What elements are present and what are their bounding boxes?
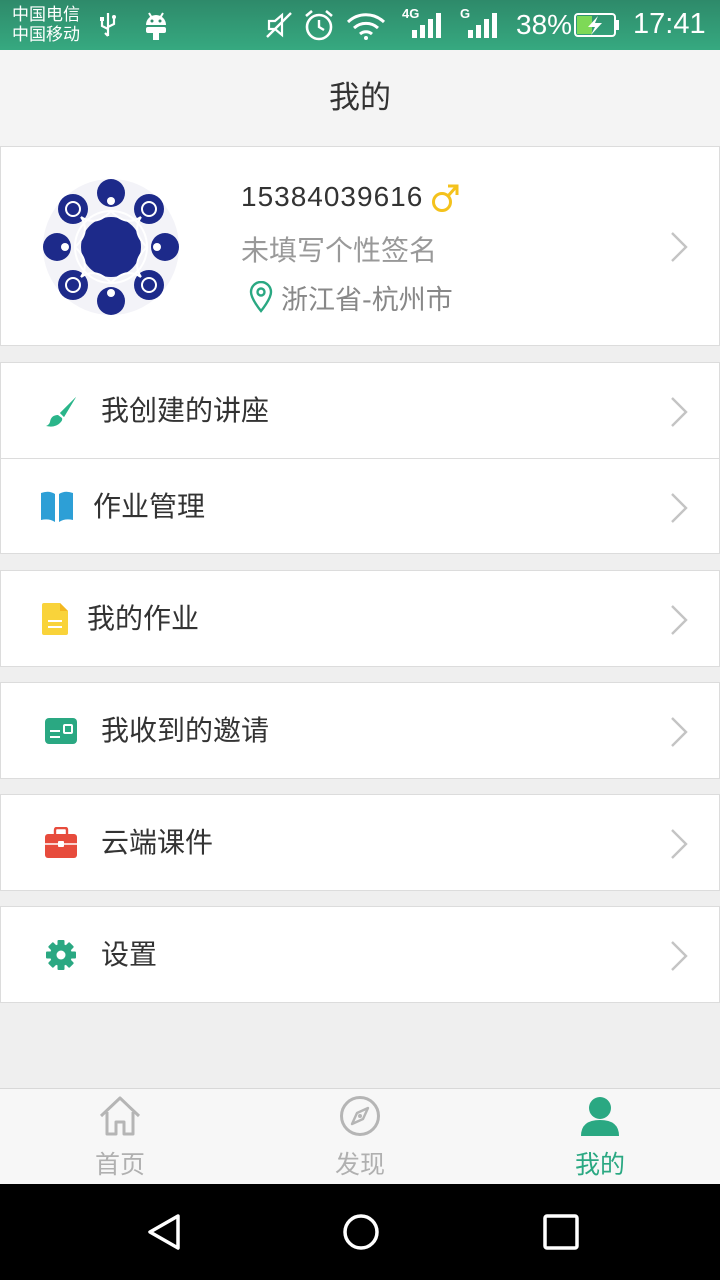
menu-group-5: 设置 xyxy=(0,906,720,1003)
chevron-right-icon xyxy=(671,941,688,971)
tab-discover[interactable]: 发现 xyxy=(240,1089,480,1185)
book-icon xyxy=(41,491,73,522)
chevron-right-icon xyxy=(671,829,688,859)
back-icon[interactable] xyxy=(144,1212,184,1252)
menu-item-settings[interactable]: 设置 xyxy=(1,907,719,1002)
carrier-names: 中国电信 中国移动 xyxy=(12,5,80,45)
compass-icon xyxy=(340,1096,380,1136)
android-icon xyxy=(146,12,166,40)
tab-home[interactable]: 首页 xyxy=(0,1089,240,1185)
clock: 17:41 xyxy=(633,8,706,40)
chevron-right-icon xyxy=(671,493,688,523)
tab-home-label: 首页 xyxy=(94,1150,145,1179)
signal-icon xyxy=(412,13,441,38)
male-icon xyxy=(432,184,459,212)
card-icon xyxy=(45,717,77,744)
alarm-icon xyxy=(305,10,333,41)
menu-label-invitations: 我收到的邀请 xyxy=(101,714,270,747)
menu-group-4: 云端课件 xyxy=(0,794,720,891)
wifi-icon xyxy=(346,13,386,40)
recents-icon[interactable] xyxy=(541,1212,581,1252)
briefcase-icon xyxy=(45,826,77,858)
menu-label-my-homework: 我的作业 xyxy=(87,602,200,635)
menu-item-homework-manage[interactable]: 作业管理 xyxy=(1,458,719,553)
chevron-right-icon xyxy=(671,397,688,427)
signal-icon-2 xyxy=(468,13,497,38)
carrier-1: 中国电信 xyxy=(12,5,80,25)
chevron-right-icon xyxy=(671,605,688,635)
page-title: 我的 xyxy=(329,80,391,116)
title-bar: 我的 xyxy=(0,50,720,146)
menu-label-cloud-courseware: 云端课件 xyxy=(101,826,214,859)
status-bar: 中国电信 中国移动 4G G 38% 17:41 xyxy=(0,0,720,50)
user-location: 浙江省-杭州市 xyxy=(281,285,453,316)
user-phone: 15384039616 xyxy=(241,181,424,212)
carrier-2: 中国移动 xyxy=(12,25,80,45)
menu-label-homework-manage: 作业管理 xyxy=(93,490,206,523)
document-icon xyxy=(42,602,68,635)
home-icon xyxy=(99,1096,141,1136)
home-circle-icon[interactable] xyxy=(341,1212,381,1252)
location-icon xyxy=(249,281,273,313)
chevron-right-icon xyxy=(671,232,688,262)
tab-discover-label: 发现 xyxy=(334,1150,385,1179)
menu-group-3: 我收到的邀请 xyxy=(0,682,720,779)
menu-item-cloud-courseware[interactable]: 云端课件 xyxy=(1,795,719,890)
tab-mine-label: 我的 xyxy=(574,1150,625,1179)
menu-label-lectures: 我创建的讲座 xyxy=(101,394,270,427)
menu-item-invitations[interactable]: 我收到的邀请 xyxy=(1,683,719,778)
menu-group-1: 我创建的讲座 作业管理 xyxy=(0,362,720,554)
system-nav-bar xyxy=(0,1184,720,1280)
brush-icon xyxy=(46,396,76,427)
chevron-right-icon xyxy=(671,717,688,747)
menu-item-lectures[interactable]: 我创建的讲座 xyxy=(1,363,719,458)
profile-card[interactable]: 15384039616 未填写个性签名 浙江省-杭州市 xyxy=(0,146,720,346)
menu-group-2: 我的作业 xyxy=(0,570,720,667)
bottom-tab-bar: 首页 发现 我的 xyxy=(0,1088,720,1184)
menu-label-settings: 设置 xyxy=(101,938,158,971)
tab-mine[interactable]: 我的 xyxy=(480,1089,720,1185)
usb-icon xyxy=(100,13,116,37)
avatar xyxy=(43,179,179,315)
battery-charging-icon xyxy=(574,13,619,37)
mute-icon xyxy=(266,12,292,38)
battery-percent: 38% xyxy=(516,9,573,40)
menu-item-my-homework[interactable]: 我的作业 xyxy=(1,571,719,666)
gear-icon xyxy=(46,939,76,970)
person-icon xyxy=(581,1097,619,1136)
user-signature: 未填写个性签名 xyxy=(241,234,438,267)
